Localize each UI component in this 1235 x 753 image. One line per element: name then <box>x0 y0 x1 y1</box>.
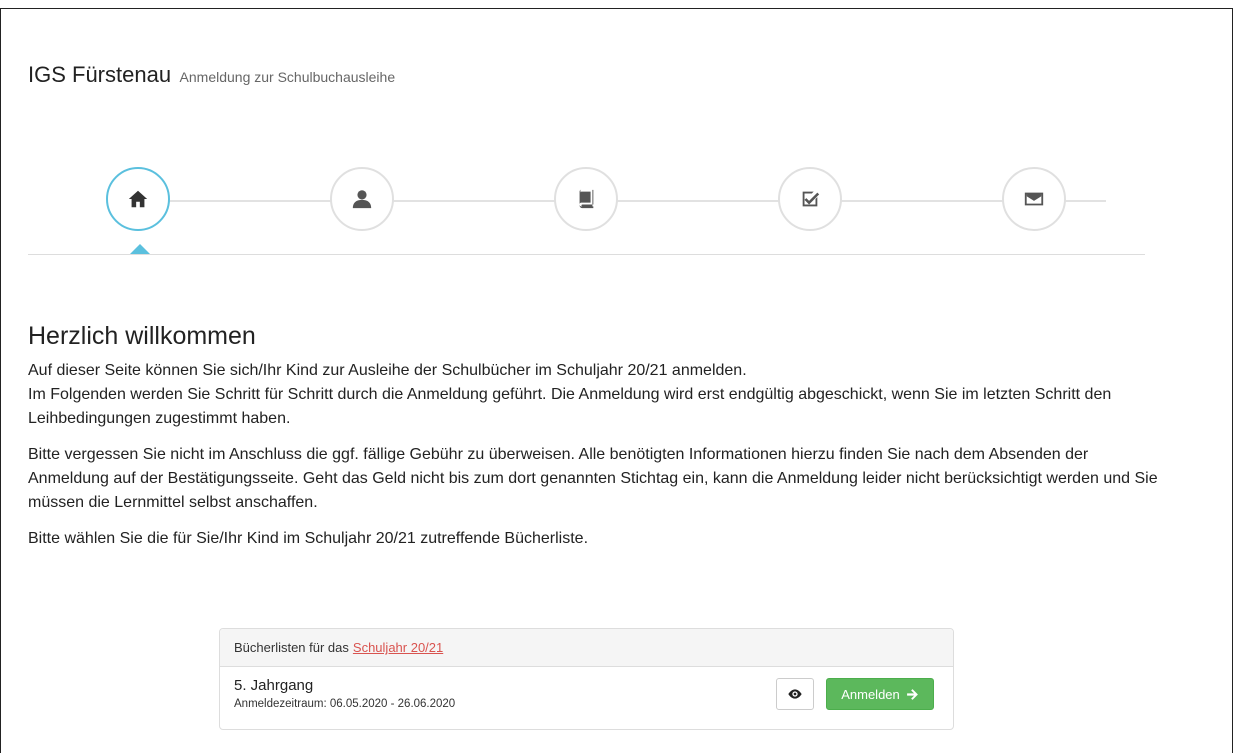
step-wizard <box>28 160 1145 255</box>
school-year-link[interactable]: Schuljahr 20/21 <box>353 640 443 655</box>
list-item: 5. Jahrgang Anmeldezeitraum: 06.05.2020 … <box>220 667 953 731</box>
booklist-panel-heading: Bücherlisten für das Schuljahr 20/21 <box>220 629 953 667</box>
intro-line-2: Im Folgenden werden Sie Schritt für Schr… <box>28 386 1112 427</box>
select-list-paragraph: Bitte wählen Sie die für Sie/Ihr Kind im… <box>28 530 589 547</box>
active-step-caret <box>130 244 150 254</box>
booklist-panel: Bücherlisten für das Schuljahr 20/21 5. … <box>219 628 954 730</box>
step-confirm[interactable] <box>778 167 842 231</box>
main-content: Herzlich willkommen Auf dieser Seite kön… <box>28 322 1168 563</box>
register-button[interactable]: Anmelden <box>826 678 934 710</box>
page-title: Herzlich willkommen <box>28 322 256 350</box>
step-books[interactable] <box>554 167 618 231</box>
view-booklist-button[interactable] <box>776 678 814 710</box>
brand-subtitle: Anmeldung zur Schulbuchausleihe <box>179 69 396 85</box>
home-icon <box>128 190 148 208</box>
step-home[interactable] <box>106 167 170 231</box>
step-send[interactable] <box>1002 167 1066 231</box>
user-icon <box>352 190 372 209</box>
fee-paragraph: Bitte vergessen Sie nicht im Anschluss d… <box>28 446 1158 511</box>
booklist-heading-text: Bücherlisten für das <box>234 640 349 655</box>
register-button-label: Anmelden <box>841 686 900 702</box>
eye-icon <box>788 689 802 699</box>
arrow-right-icon <box>906 688 918 700</box>
intro-paragraph: Auf dieser Seite können Sie sich/Ihr Kin… <box>28 359 1168 431</box>
page-header: IGS Fürstenau Anmeldung zur Schulbuchaus… <box>28 62 395 88</box>
step-person[interactable] <box>330 167 394 231</box>
intro-line-1: Auf dieser Seite können Sie sich/Ihr Kin… <box>28 362 747 379</box>
check-square-icon <box>802 191 820 207</box>
wizard-connector-line <box>168 200 1106 202</box>
brand-title: IGS Fürstenau <box>28 62 172 87</box>
book-icon <box>579 189 594 209</box>
envelope-icon <box>1024 192 1044 206</box>
